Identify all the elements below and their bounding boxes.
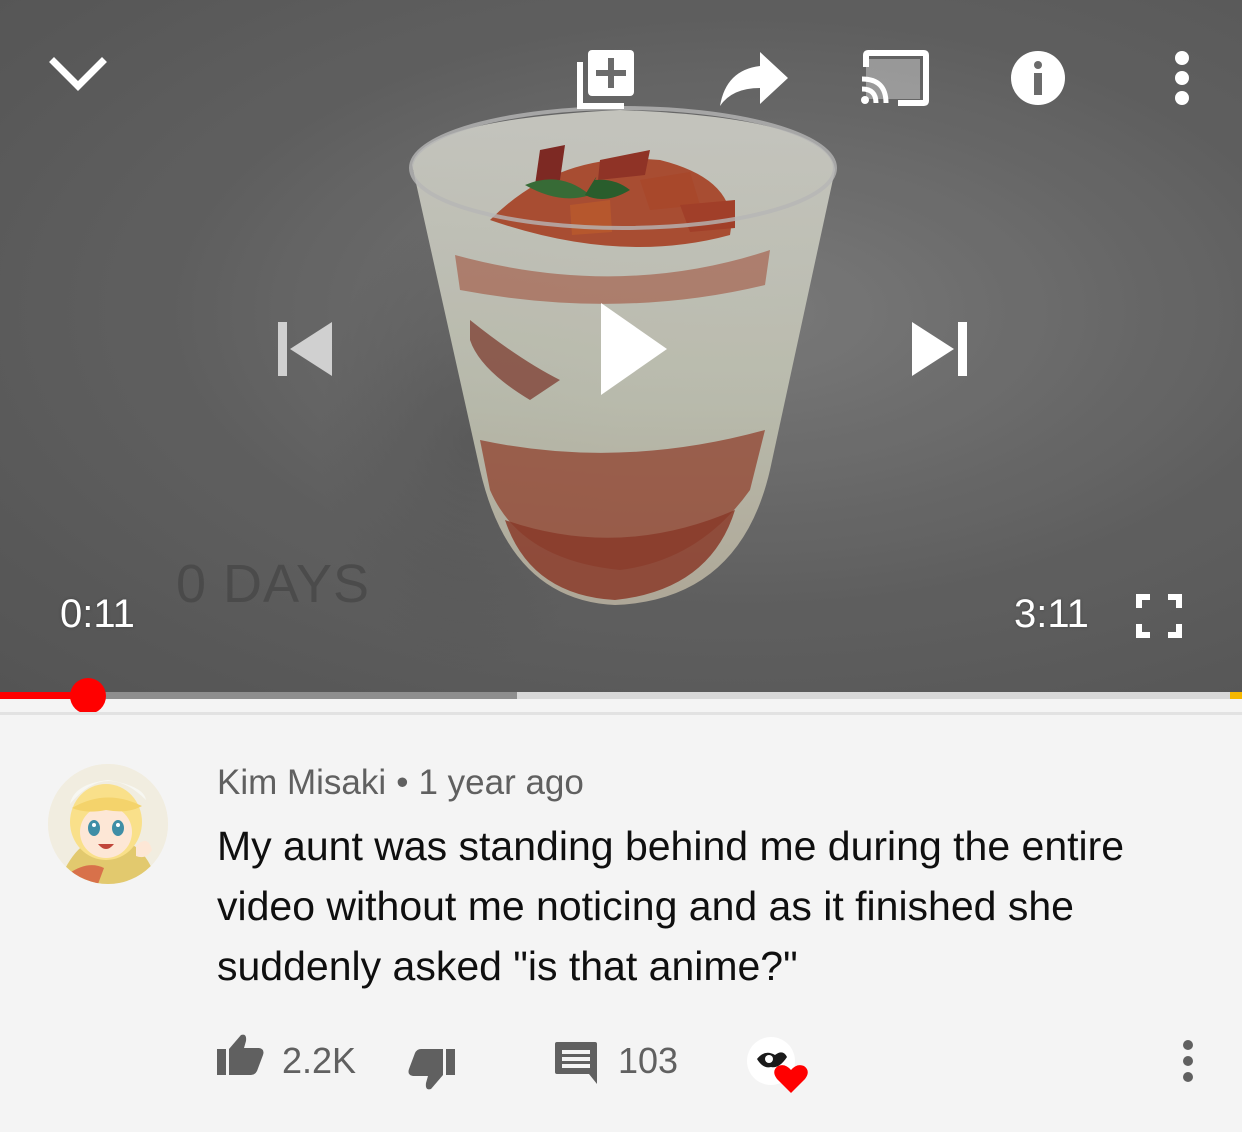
video-player[interactable]: 0 DAYS 0:11 3:11 (0, 0, 1242, 693)
info-button[interactable] (1006, 46, 1070, 110)
like-count: 2.2K (282, 1040, 357, 1081)
chevron-down-icon (49, 57, 107, 91)
fullscreen-button[interactable] (1128, 588, 1190, 644)
more-options-button[interactable] (1160, 46, 1204, 110)
video-watermark-text: 0 DAYS (176, 554, 371, 614)
comment-text: My aunt was standing behind me during th… (217, 823, 1125, 989)
share-icon (720, 52, 788, 106)
add-to-playlist-icon (577, 50, 634, 109)
progress-bar[interactable] (0, 692, 1242, 699)
skip-next-icon (912, 322, 967, 376)
scrubber-handle[interactable] (70, 678, 107, 714)
cast-button[interactable] (856, 46, 932, 110)
avatar-image (48, 764, 168, 884)
skip-previous-icon (278, 322, 332, 376)
more-vertical-icon (1175, 51, 1189, 105)
more-vertical-icon (1183, 1040, 1193, 1082)
fullscreen-icon (1136, 594, 1182, 638)
reply-button[interactable] (548, 1036, 604, 1090)
comment-icon (555, 1042, 597, 1084)
previous-button[interactable] (266, 314, 342, 384)
collapse-button[interactable] (38, 44, 118, 104)
like-button[interactable] (212, 1030, 268, 1080)
dislike-button[interactable] (404, 1044, 460, 1094)
comment-meta: Kim Misaki • 1 year ago (217, 763, 584, 803)
add-to-playlist-button[interactable] (570, 42, 642, 114)
comment-age: 1 year ago (418, 763, 584, 802)
next-button[interactable] (902, 314, 978, 384)
meta-separator: • (396, 763, 409, 802)
avatar[interactable] (48, 764, 168, 884)
comment-author[interactable]: Kim Misaki (217, 763, 386, 802)
thumbs-up-icon (217, 1034, 264, 1075)
duration: 3:11 (1014, 592, 1089, 636)
share-button[interactable] (714, 44, 794, 110)
play-button[interactable] (580, 294, 680, 404)
reply-count: 103 (618, 1040, 679, 1081)
ad-marker (1230, 692, 1242, 699)
cast-icon (861, 50, 929, 106)
current-time: 0:11 (60, 592, 135, 636)
info-icon (1011, 51, 1065, 105)
comment-more-button[interactable] (1170, 1036, 1206, 1086)
divider (0, 712, 1242, 715)
play-icon (601, 303, 667, 395)
thumbs-down-icon (408, 1049, 455, 1090)
creator-heart-icon (747, 1037, 808, 1093)
creator-heart (744, 1032, 810, 1094)
